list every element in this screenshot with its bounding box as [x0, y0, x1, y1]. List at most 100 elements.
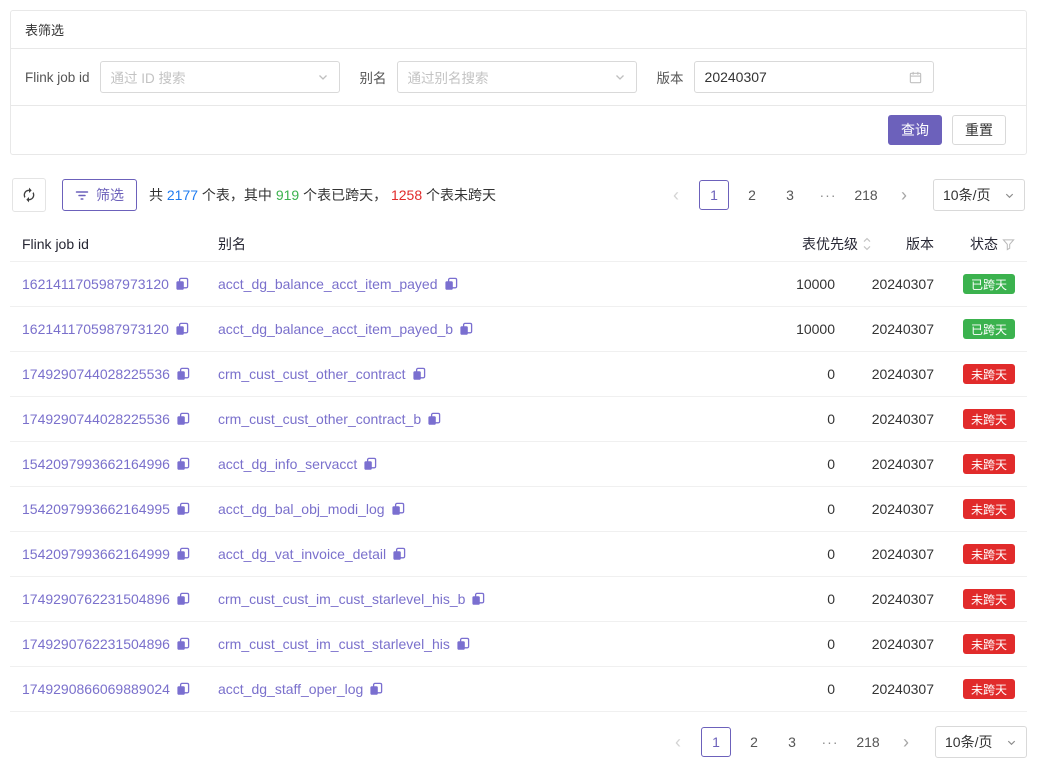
- copy-icon[interactable]: [176, 457, 190, 471]
- copy-icon[interactable]: [363, 457, 377, 471]
- page-button-1[interactable]: 1: [699, 180, 729, 210]
- refresh-button[interactable]: [12, 178, 46, 212]
- calendar-icon: [908, 70, 923, 85]
- sort-icon[interactable]: [862, 236, 872, 252]
- copy-icon[interactable]: [176, 637, 190, 651]
- copy-icon[interactable]: [412, 367, 426, 381]
- page-button-218[interactable]: 218: [853, 727, 883, 757]
- alias-field: 别名 通过别名搜索: [360, 61, 637, 93]
- alias-link[interactable]: acct_dg_staff_oper_log: [218, 681, 363, 697]
- next-page-button[interactable]: ›: [891, 727, 921, 757]
- version-value: 20240307: [872, 411, 934, 427]
- next-page-button[interactable]: ›: [889, 180, 919, 210]
- summary-count-green: 919: [276, 187, 299, 203]
- page-size-select[interactable]: 10条/页: [935, 726, 1027, 758]
- flink-job-id-link[interactable]: 1542097993662164995: [22, 501, 170, 517]
- page-button-2[interactable]: 2: [739, 727, 769, 757]
- alias-link[interactable]: acct_dg_balance_acct_item_payed: [218, 276, 438, 292]
- alias-select[interactable]: 通过别名搜索: [397, 61, 637, 93]
- alias-link[interactable]: crm_cust_cust_im_cust_starlevel_his_b: [218, 591, 465, 607]
- copy-icon[interactable]: [369, 682, 383, 696]
- flink-job-id-link[interactable]: 1621411705987973120: [22, 276, 169, 292]
- page-button-3[interactable]: 3: [777, 727, 807, 757]
- priority-value: 10000: [748, 276, 872, 292]
- copy-icon[interactable]: [176, 412, 190, 426]
- flink-job-id-link[interactable]: 1749290762231504896: [22, 591, 170, 607]
- flink-job-id-link[interactable]: 1621411705987973120: [22, 321, 169, 337]
- summary-count-red: 1258: [391, 187, 422, 203]
- copy-icon[interactable]: [391, 502, 405, 516]
- copy-icon[interactable]: [175, 322, 189, 336]
- filter-toggle-button[interactable]: 筛选: [62, 179, 137, 211]
- version-date-input[interactable]: 20240307: [694, 61, 934, 93]
- page-button-1[interactable]: 1: [701, 727, 731, 757]
- page-button-3[interactable]: 3: [775, 180, 805, 210]
- version-value: 20240307: [872, 546, 934, 562]
- flink-job-id-link[interactable]: 1542097993662164999: [22, 546, 170, 562]
- alias-link[interactable]: acct_dg_bal_obj_modi_log: [218, 501, 385, 517]
- priority-value: 0: [748, 591, 872, 607]
- reset-button[interactable]: 重置: [952, 115, 1006, 145]
- copy-icon[interactable]: [176, 367, 190, 381]
- table-row: 1749290744028225536 crm_cust_cust_other_…: [10, 397, 1027, 442]
- copy-icon[interactable]: [444, 277, 458, 291]
- copy-icon[interactable]: [392, 547, 406, 561]
- status-badge: 未跨天: [963, 499, 1015, 519]
- alias-link[interactable]: acct_dg_vat_invoice_detail: [218, 546, 386, 562]
- col-header-flink-job-id: Flink job id: [10, 236, 218, 252]
- filter-lines-icon: [75, 188, 89, 202]
- page-size-select[interactable]: 10条/页: [933, 179, 1025, 211]
- alias-link[interactable]: acct_dg_info_servacct: [218, 456, 357, 472]
- priority-value: 0: [748, 411, 872, 427]
- copy-icon[interactable]: [176, 547, 190, 561]
- alias-link[interactable]: acct_dg_balance_acct_item_payed_b: [218, 321, 453, 337]
- filter-card-header: 表筛选: [11, 11, 1026, 49]
- status-badge: 未跨天: [963, 679, 1015, 699]
- version-value: 20240307: [872, 636, 934, 652]
- flink-job-id-link[interactable]: 1749290744028225536: [22, 411, 170, 427]
- flink-job-id-link[interactable]: 1749290762231504896: [22, 636, 170, 652]
- flink-job-id-link[interactable]: 1749290744028225536: [22, 366, 170, 382]
- filter-card-footer: 查询 重置: [11, 106, 1026, 154]
- col-header-priority: 表优先级: [748, 234, 872, 254]
- status-badge: 未跨天: [963, 364, 1015, 384]
- flink-job-id-select[interactable]: 通过 ID 搜索: [100, 61, 340, 93]
- copy-icon[interactable]: [471, 592, 485, 606]
- table-header-row: Flink job id 别名 表优先级 版本 状态: [10, 227, 1027, 262]
- copy-icon[interactable]: [176, 682, 190, 696]
- toolbar: 筛选 共 2177 个表，其中 919 个表已跨天， 1258 个表未跨天 ‹1…: [12, 177, 1025, 213]
- table-row: 1542097993662164995 acct_dg_bal_obj_modi…: [10, 487, 1027, 532]
- table-row: 1749290744028225536 crm_cust_cust_other_…: [10, 352, 1027, 397]
- status-badge: 未跨天: [963, 454, 1015, 474]
- copy-icon[interactable]: [456, 637, 470, 651]
- chevron-down-icon: [317, 71, 329, 83]
- query-button[interactable]: 查询: [888, 115, 942, 145]
- copy-icon[interactable]: [427, 412, 441, 426]
- prev-page-button: ‹: [663, 727, 693, 757]
- table-row: 1542097993662164999 acct_dg_vat_invoice_…: [10, 532, 1027, 577]
- version-value: 20240307: [872, 366, 934, 382]
- copy-icon[interactable]: [176, 502, 190, 516]
- copy-icon[interactable]: [176, 592, 190, 606]
- version-value: 20240307: [872, 501, 934, 517]
- copy-icon[interactable]: [459, 322, 473, 336]
- page-size-label: 10条/页: [943, 185, 990, 205]
- summary-part: 个表，其中: [198, 187, 276, 203]
- page-button-218[interactable]: 218: [851, 180, 881, 210]
- funnel-filter-icon[interactable]: [1002, 238, 1015, 251]
- status-badge: 已跨天: [963, 274, 1015, 294]
- flink-job-id-field: Flink job id 通过 ID 搜索: [25, 61, 340, 93]
- alias-link[interactable]: crm_cust_cust_im_cust_starlevel_his: [218, 636, 450, 652]
- alias-link[interactable]: crm_cust_cust_other_contract_b: [218, 411, 421, 427]
- col-header-version: 版本: [872, 234, 934, 254]
- filter-card-title: 表筛选: [25, 23, 64, 38]
- flink-job-id-link[interactable]: 1749290866069889024: [22, 681, 170, 697]
- alias-link[interactable]: crm_cust_cust_other_contract: [218, 366, 406, 382]
- copy-icon[interactable]: [175, 277, 189, 291]
- page-button-2[interactable]: 2: [737, 180, 767, 210]
- flink-job-id-link[interactable]: 1542097993662164996: [22, 456, 170, 472]
- col-header-status: 状态: [934, 234, 1027, 254]
- status-badge: 已跨天: [963, 319, 1015, 339]
- priority-value: 0: [748, 501, 872, 517]
- version-value: 20240307: [872, 681, 934, 697]
